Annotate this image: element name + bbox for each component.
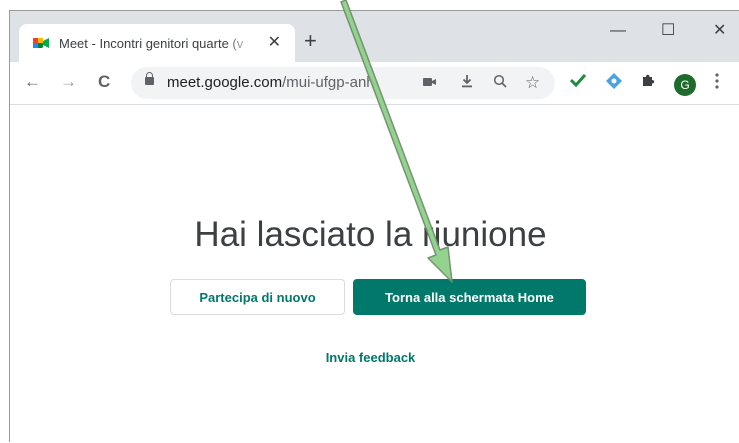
rejoin-button[interactable]: Partecipa di nuovo bbox=[170, 279, 345, 315]
reload-button[interactable]: C bbox=[98, 72, 110, 92]
new-tab-button[interactable]: + bbox=[304, 30, 317, 52]
download-icon[interactable] bbox=[461, 73, 473, 93]
google-meet-icon bbox=[33, 36, 49, 50]
diamond-extension-icon[interactable] bbox=[606, 73, 622, 95]
url-text[interactable]: meet.google.com/mui-ufgp-anh bbox=[167, 74, 375, 91]
zoom-icon[interactable] bbox=[493, 73, 507, 93]
back-button[interactable]: ← bbox=[24, 72, 41, 92]
forward-button[interactable]: → bbox=[60, 72, 77, 92]
browser-tab[interactable]: Meet - Incontri genitori quarte (v ✕ bbox=[19, 24, 295, 62]
browser-window: Meet - Incontri genitori quarte (v ✕ + —… bbox=[9, 10, 739, 443]
return-home-button[interactable]: Torna alla schermata Home bbox=[353, 279, 586, 315]
lock-icon[interactable] bbox=[145, 72, 154, 85]
meet-left-page: Hai lasciato la riunione Partecipa di nu… bbox=[10, 105, 739, 443]
tab-strip: Meet - Incontri genitori quarte (v ✕ + —… bbox=[10, 11, 739, 62]
profile-avatar[interactable]: G bbox=[674, 74, 696, 96]
minimize-button[interactable]: — bbox=[610, 21, 626, 41]
close-window-button[interactable]: ✕ bbox=[713, 21, 726, 41]
maximize-button[interactable]: ☐ bbox=[661, 21, 675, 41]
star-icon[interactable]: ☆ bbox=[525, 73, 540, 93]
tab-close-icon[interactable]: ✕ bbox=[268, 33, 281, 53]
tab-title: Meet - Incontri genitori quarte (v bbox=[59, 35, 244, 51]
camera-icon[interactable] bbox=[423, 73, 437, 93]
browser-toolbar: ← → C meet.google.com/mui-ufgp-anh ☆ G bbox=[10, 62, 739, 105]
check-extension-icon[interactable] bbox=[569, 73, 587, 93]
menu-kebab-icon[interactable] bbox=[715, 73, 719, 95]
url-path: /mui-ufgp-anh bbox=[282, 74, 375, 91]
address-bar[interactable]: meet.google.com/mui-ufgp-anh ☆ bbox=[131, 67, 555, 99]
send-feedback-link[interactable]: Invia feedback bbox=[1, 350, 739, 365]
url-domain: meet.google.com bbox=[167, 74, 283, 91]
puzzle-extensions-icon[interactable] bbox=[641, 73, 656, 94]
page-title: Hai lasciato la riunione bbox=[194, 215, 547, 254]
